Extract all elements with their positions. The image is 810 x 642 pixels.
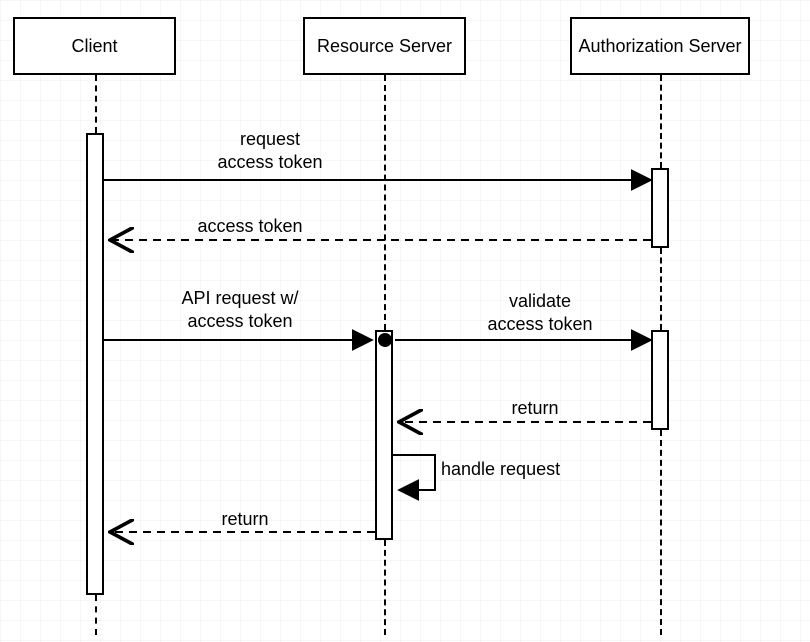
msg-validate-return: return: [475, 397, 595, 420]
actor-authorization-server: Authorization Server: [570, 17, 750, 75]
msg-api-request: API request w/ access token: [140, 287, 340, 332]
lifeline-resource-below: [384, 540, 386, 635]
activation-auth-2: [651, 330, 669, 430]
sequence-diagram: { "actors": { "client": "Client", "resou…: [0, 0, 810, 642]
actor-auth-label: Authorization Server: [578, 35, 741, 58]
msg-access-token-return: access token: [150, 215, 350, 238]
lifeline-client: [95, 75, 97, 133]
actor-client: Client: [13, 17, 176, 75]
msg-validate-token: validate access token: [450, 290, 630, 335]
grid-background: [0, 0, 810, 642]
msg-final-return: return: [185, 508, 305, 531]
lifeline-resource: [384, 75, 386, 330]
activation-client: [86, 133, 104, 595]
found-message-dot: [378, 333, 392, 347]
actor-client-label: Client: [71, 35, 117, 58]
msg-handle-request: handle request: [441, 458, 601, 481]
actor-resource-server: Resource Server: [303, 17, 466, 75]
lifeline-client-below: [95, 595, 97, 635]
activation-resource: [375, 330, 393, 540]
activation-auth-1: [651, 168, 669, 248]
lifeline-auth-a: [660, 75, 662, 168]
lifeline-auth-b: [660, 248, 662, 330]
lifeline-auth-c: [660, 430, 662, 635]
actor-resource-label: Resource Server: [317, 35, 452, 58]
msg-request-access-token: request access token: [170, 128, 370, 173]
